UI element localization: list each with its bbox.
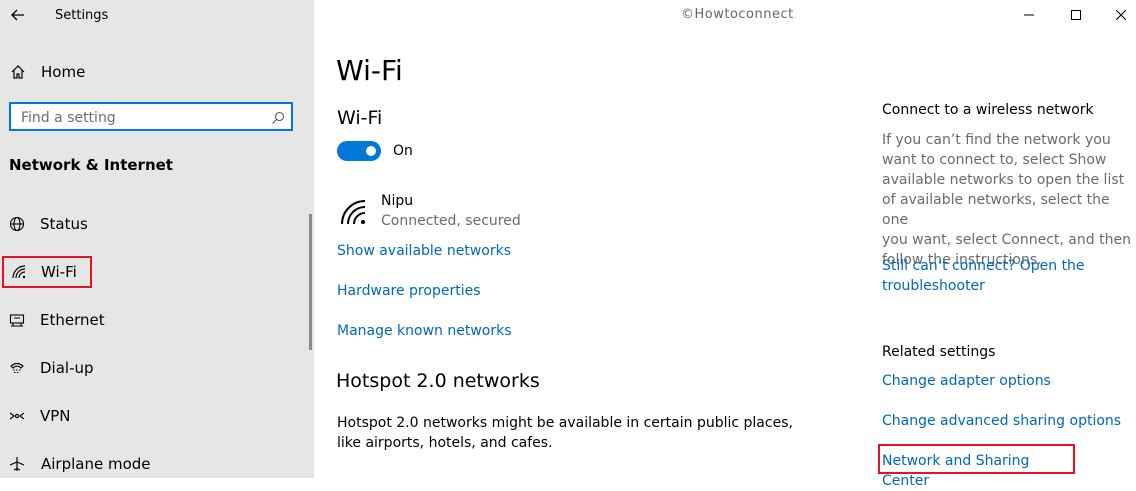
sidebar-item-dialup[interactable]: Dial-up bbox=[0, 356, 300, 380]
page-title: Wi-Fi bbox=[336, 54, 403, 87]
hotspot-text-line2: like airports, hotels, and cafes. bbox=[337, 435, 553, 451]
hotspot-text-line1: Hotspot 2.0 networks might be available … bbox=[337, 415, 793, 431]
troubleshooter-link[interactable]: Still can’t connect? Open the troublesho… bbox=[882, 256, 1085, 296]
search-icon[interactable] bbox=[271, 110, 285, 124]
connect-heading: Connect to a wireless network bbox=[882, 102, 1094, 118]
airplane-icon bbox=[7, 454, 27, 474]
connect-help-text: If you can’t find the network you want t… bbox=[882, 130, 1132, 270]
help-line: want to connect to, select Show bbox=[882, 152, 1107, 168]
sidebar-scrollbar[interactable] bbox=[309, 214, 312, 350]
hotspot-heading: Hotspot 2.0 networks bbox=[336, 370, 540, 392]
globe-icon bbox=[7, 214, 27, 234]
toggle-state-label: On bbox=[393, 143, 413, 159]
minimize-icon bbox=[1024, 14, 1034, 16]
sidebar-item-label: Ethernet bbox=[40, 311, 105, 329]
watermark: ©Howtoconnect bbox=[681, 7, 794, 22]
troubleshooter-link-line2[interactable]: troubleshooter bbox=[882, 276, 1085, 296]
search-input[interactable] bbox=[19, 108, 268, 128]
sidebar-item-label: Airplane mode bbox=[41, 455, 151, 473]
change-adapter-options-link[interactable]: Change adapter options bbox=[882, 371, 1051, 391]
maximize-button[interactable] bbox=[1053, 0, 1099, 30]
nav-home-label: Home bbox=[41, 63, 86, 81]
network-sharing-center-link[interactable]: Network and Sharing Center bbox=[882, 451, 1073, 491]
vpn-icon bbox=[7, 406, 27, 426]
window-title: Settings bbox=[55, 8, 109, 23]
ethernet-icon bbox=[7, 310, 27, 330]
hardware-properties-link[interactable]: Hardware properties bbox=[337, 283, 481, 299]
sidebar-item-label: VPN bbox=[40, 407, 71, 425]
help-line: available networks to open the list bbox=[882, 172, 1125, 188]
sidebar: Settings Home Network & Internet Status … bbox=[0, 0, 314, 478]
wifi-icon bbox=[9, 262, 29, 282]
wifi-signal-icon bbox=[339, 198, 369, 226]
change-advanced-sharing-link[interactable]: Change advanced sharing options bbox=[882, 411, 1121, 431]
network-item[interactable]: Nipu Connected, secured bbox=[337, 190, 597, 234]
sidebar-item-label: Dial-up bbox=[40, 359, 94, 377]
help-line: If you can’t find the network you bbox=[882, 132, 1111, 148]
section-title: Network & Internet bbox=[9, 156, 173, 174]
toggle-knob bbox=[366, 146, 376, 156]
sidebar-item-wifi[interactable]: Wi-Fi bbox=[2, 256, 92, 288]
close-button[interactable] bbox=[1098, 0, 1136, 30]
minimize-button[interactable] bbox=[1006, 0, 1052, 30]
close-icon bbox=[1116, 10, 1126, 20]
sidebar-item-label: Wi-Fi bbox=[41, 263, 77, 281]
search-box[interactable] bbox=[9, 102, 293, 131]
troubleshooter-link-line1[interactable]: Still can’t connect? Open the bbox=[882, 256, 1085, 276]
maximize-icon bbox=[1071, 10, 1081, 20]
sidebar-item-vpn[interactable]: VPN bbox=[0, 404, 300, 428]
help-line: you want, select Connect, and then bbox=[882, 232, 1131, 248]
back-arrow-icon[interactable] bbox=[7, 4, 29, 26]
sidebar-item-airplane[interactable]: Airplane mode bbox=[0, 452, 300, 476]
wifi-heading: Wi-Fi bbox=[337, 107, 383, 129]
network-status: Connected, secured bbox=[381, 213, 521, 229]
sidebar-item-label: Status bbox=[40, 215, 88, 233]
network-name: Nipu bbox=[381, 193, 414, 209]
home-icon bbox=[8, 62, 28, 82]
show-available-networks-link[interactable]: Show available networks bbox=[337, 243, 511, 259]
manage-known-networks-link[interactable]: Manage known networks bbox=[337, 323, 512, 339]
sidebar-item-status[interactable]: Status bbox=[0, 212, 300, 236]
highlight-box: Network and Sharing Center bbox=[878, 444, 1075, 489]
related-settings-heading: Related settings bbox=[882, 344, 996, 360]
dialup-icon bbox=[7, 358, 27, 378]
wifi-toggle[interactable] bbox=[337, 141, 381, 161]
sidebar-item-ethernet[interactable]: Ethernet bbox=[0, 308, 300, 332]
help-line: of available networks, select the one bbox=[882, 192, 1110, 228]
nav-home[interactable]: Home bbox=[0, 58, 300, 86]
